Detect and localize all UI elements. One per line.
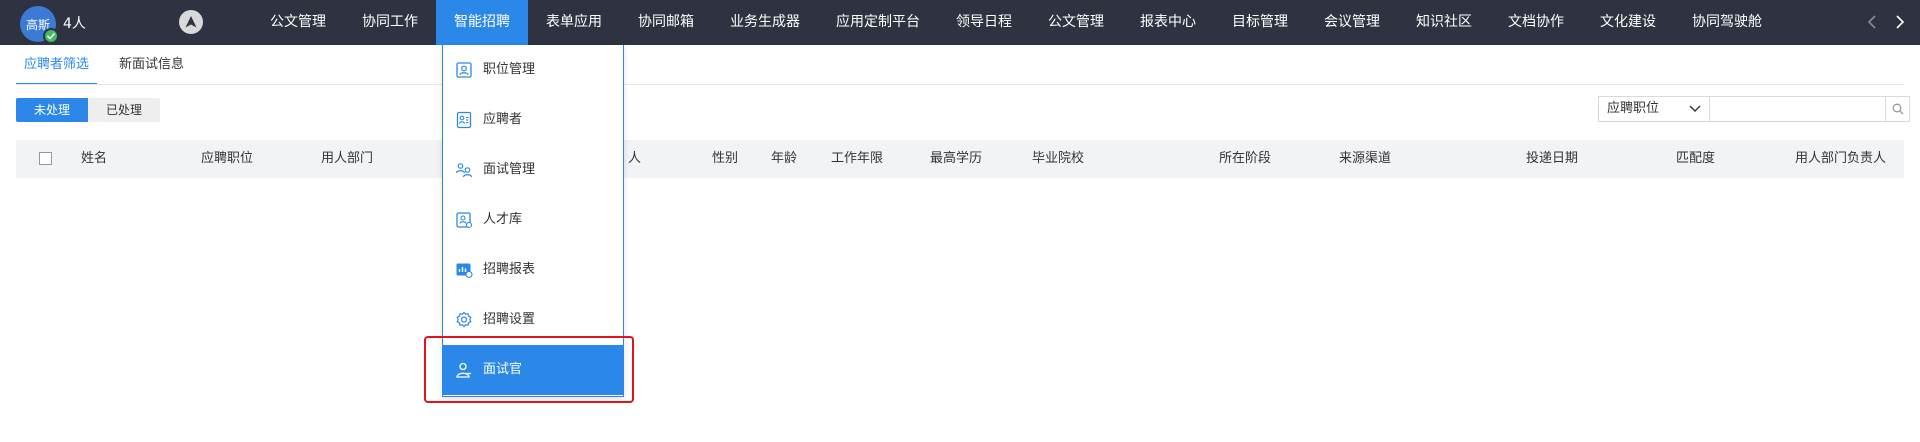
nav-item-app-platform[interactable]: 应用定制平台 [818,0,938,45]
applicant-icon [455,111,473,129]
menu-item-recruitment-settings[interactable]: 招聘设置 [443,295,623,345]
nav-item-culture[interactable]: 文化建设 [1582,0,1674,45]
menu-item-label: 面试官 [483,362,523,377]
column-header-stage: 所在阶段 [1219,151,1272,166]
column-header-age: 年龄 [771,151,798,166]
app-logo-icon[interactable] [179,10,203,34]
menu-item-label: 应聘者 [483,112,523,127]
menu-item-label: 招聘报表 [483,262,536,277]
top-navigation-bar: 高斯 4人 公文管理 协同工作 智能招聘 表单应用 协同邮箱 业务生成器 应用定… [0,0,1920,45]
chevron-down-icon [1689,101,1701,126]
menu-item-label: 招聘设置 [483,312,536,327]
column-header-person: 人 [628,151,642,166]
nav-item-leader-schedule[interactable]: 领导日程 [938,0,1030,45]
nav-item-knowledge-community[interactable]: 知识社区 [1398,0,1490,45]
online-check-icon [43,28,59,44]
menu-item-interview-management[interactable]: 面试管理 [443,145,623,195]
menu-item-applicants[interactable]: 应聘者 [443,95,623,145]
column-header-education: 最高学历 [930,151,983,166]
filter-select-value: 应聘职位 [1607,101,1660,116]
sub-tabs: 应聘者筛选 新面试信息 [16,45,206,85]
talent-pool-icon [455,211,473,229]
select-all-checkbox[interactable] [39,152,52,165]
status-toggle: 未处理 已处理 [16,98,160,122]
nav-item-meeting-management[interactable]: 会议管理 [1306,0,1398,45]
nav-item-doc-collaboration[interactable]: 文档协作 [1490,0,1582,45]
nav-item-smart-recruitment[interactable]: 智能招聘 [436,0,528,45]
nav-next-chevron-icon[interactable] [1890,10,1910,34]
main-nav: 公文管理 协同工作 智能招聘 表单应用 协同邮箱 业务生成器 应用定制平台 领导… [252,0,1780,45]
report-icon [455,261,473,279]
nav-item-collaboration[interactable]: 协同工作 [344,0,436,45]
column-header-match: 匹配度 [1676,151,1716,166]
menu-item-recruitment-report[interactable]: 招聘报表 [443,245,623,295]
menu-item-label: 职位管理 [483,62,536,77]
unprocessed-button[interactable]: 未处理 [16,98,88,122]
interviewer-icon [455,361,473,379]
table-header: 姓名 应聘职位 用人部门 人 性别 年龄 工作年限 最高学历 毕业院校 所在阶段… [16,140,1904,178]
position-icon [455,61,473,79]
menu-item-label: 人才库 [483,212,523,227]
column-header-work-years: 工作年限 [831,151,884,166]
column-header-name: 姓名 [81,151,108,166]
search-input[interactable] [1710,96,1886,122]
filter-field-select[interactable]: 应聘职位 [1598,96,1710,122]
column-header-submit-date: 投递日期 [1526,151,1579,166]
tab-new-interview-info[interactable]: 新面试信息 [111,45,192,85]
nav-item-document-management[interactable]: 公文管理 [252,0,344,45]
nav-item-business-generator[interactable]: 业务生成器 [712,0,818,45]
nav-item-report-center[interactable]: 报表中心 [1122,0,1214,45]
recruitment-dropdown-menu: 职位管理 应聘者 面试管理 人才库 招聘报表 招聘设置 面试官 [442,45,624,397]
nav-item-cockpit[interactable]: 协同驾驶舱 [1674,0,1780,45]
nav-item-document-management-2[interactable]: 公文管理 [1030,0,1122,45]
nav-prev-chevron-icon[interactable] [1862,10,1882,34]
column-header-school: 毕业院校 [1032,151,1085,166]
processed-button[interactable]: 已处理 [88,98,160,122]
column-header-source: 来源渠道 [1339,151,1392,166]
tab-applicant-screening[interactable]: 应聘者筛选 [16,45,98,85]
search-icon[interactable] [1886,96,1910,122]
nav-item-mailbox[interactable]: 协同邮箱 [620,0,712,45]
avatar[interactable]: 高斯 [20,6,59,44]
nav-item-form-apps[interactable]: 表单应用 [528,0,620,45]
menu-item-talent-pool[interactable]: 人才库 [443,195,623,245]
interview-icon [455,161,473,179]
column-header-position: 应聘职位 [201,151,254,166]
column-header-dept-manager: 用人部门负责人 [1795,151,1887,166]
gear-icon [455,311,473,329]
tabs-divider [16,84,1904,85]
column-header-gender: 性别 [712,151,739,166]
user-count[interactable]: 4人 [63,13,86,33]
menu-item-position-management[interactable]: 职位管理 [443,45,623,95]
nav-item-goal-management[interactable]: 目标管理 [1214,0,1306,45]
column-header-department: 用人部门 [321,151,374,166]
menu-item-label: 面试管理 [483,162,536,177]
menu-item-interviewer[interactable]: 面试官 [443,345,623,395]
